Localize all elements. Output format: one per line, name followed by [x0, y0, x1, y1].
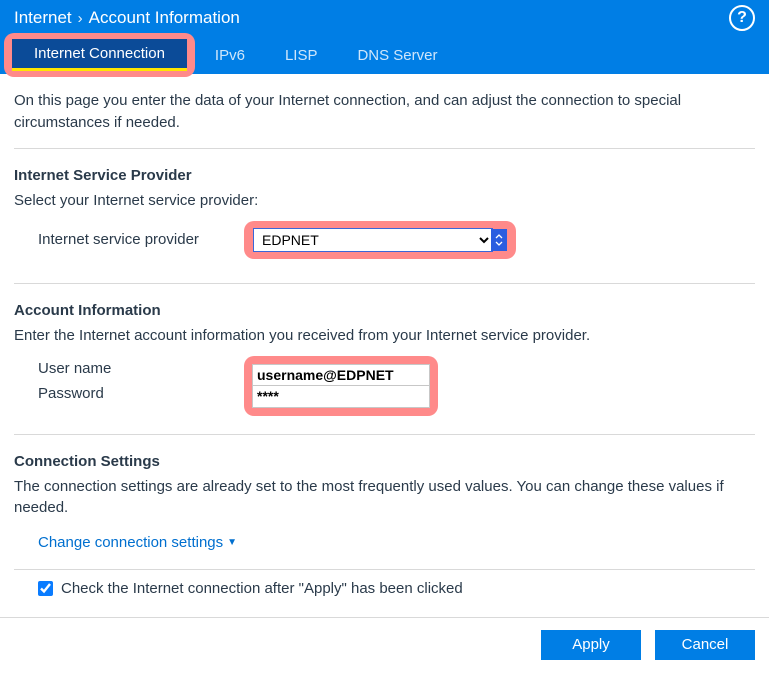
caret-down-icon: ▼ — [227, 537, 237, 548]
username-label: User name — [38, 356, 244, 382]
highlight-box: EDPNET — [244, 221, 516, 259]
username-input[interactable] — [252, 364, 430, 386]
breadcrumb-root[interactable]: Internet — [14, 8, 72, 28]
isp-section-title: Internet Service Provider — [14, 167, 755, 184]
account-section-subtitle: Enter the Internet account information y… — [14, 325, 755, 346]
change-connection-settings-link[interactable]: Change connection settings ▼ — [14, 534, 237, 551]
divider — [14, 283, 755, 284]
tab-lisp[interactable]: LISP — [265, 41, 338, 70]
password-input[interactable] — [252, 386, 430, 408]
highlight-box: Internet Connection — [4, 33, 195, 77]
page-intro: On this page you enter the data of your … — [14, 90, 755, 134]
isp-label: Internet service provider — [14, 231, 244, 248]
password-label: Password — [38, 382, 244, 406]
tab-dns-server[interactable]: DNS Server — [337, 41, 457, 70]
tab-bar: Internet Connection IPv6 LISP DNS Server — [0, 36, 769, 74]
highlight-box — [244, 356, 438, 416]
conn-section-title: Connection Settings — [14, 453, 755, 470]
tab-ipv6[interactable]: IPv6 — [195, 41, 265, 70]
breadcrumb-page: Account Information — [89, 8, 240, 28]
page-header: Internet › Account Information ? — [0, 0, 769, 36]
account-section-title: Account Information — [14, 302, 755, 319]
breadcrumb: Internet › Account Information — [14, 8, 240, 28]
tab-internet-connection[interactable]: Internet Connection — [12, 39, 187, 71]
divider — [14, 148, 755, 149]
check-connection-label: Check the Internet connection after "App… — [61, 580, 463, 597]
link-text: Change connection settings — [38, 534, 223, 551]
apply-button[interactable]: Apply — [541, 630, 641, 660]
conn-section-subtitle: The connection settings are already set … — [14, 476, 755, 518]
help-icon[interactable]: ? — [729, 5, 755, 31]
cancel-button[interactable]: Cancel — [655, 630, 755, 660]
content-area: On this page you enter the data of your … — [0, 74, 769, 617]
isp-select[interactable]: EDPNET — [253, 228, 493, 252]
select-toggle-icon[interactable] — [491, 229, 507, 251]
footer-actions: Apply Cancel — [0, 617, 769, 674]
check-connection-checkbox[interactable] — [38, 581, 53, 596]
isp-section-subtitle: Select your Internet service provider: — [14, 190, 755, 211]
divider — [14, 434, 755, 435]
chevron-right-icon: › — [78, 10, 83, 27]
